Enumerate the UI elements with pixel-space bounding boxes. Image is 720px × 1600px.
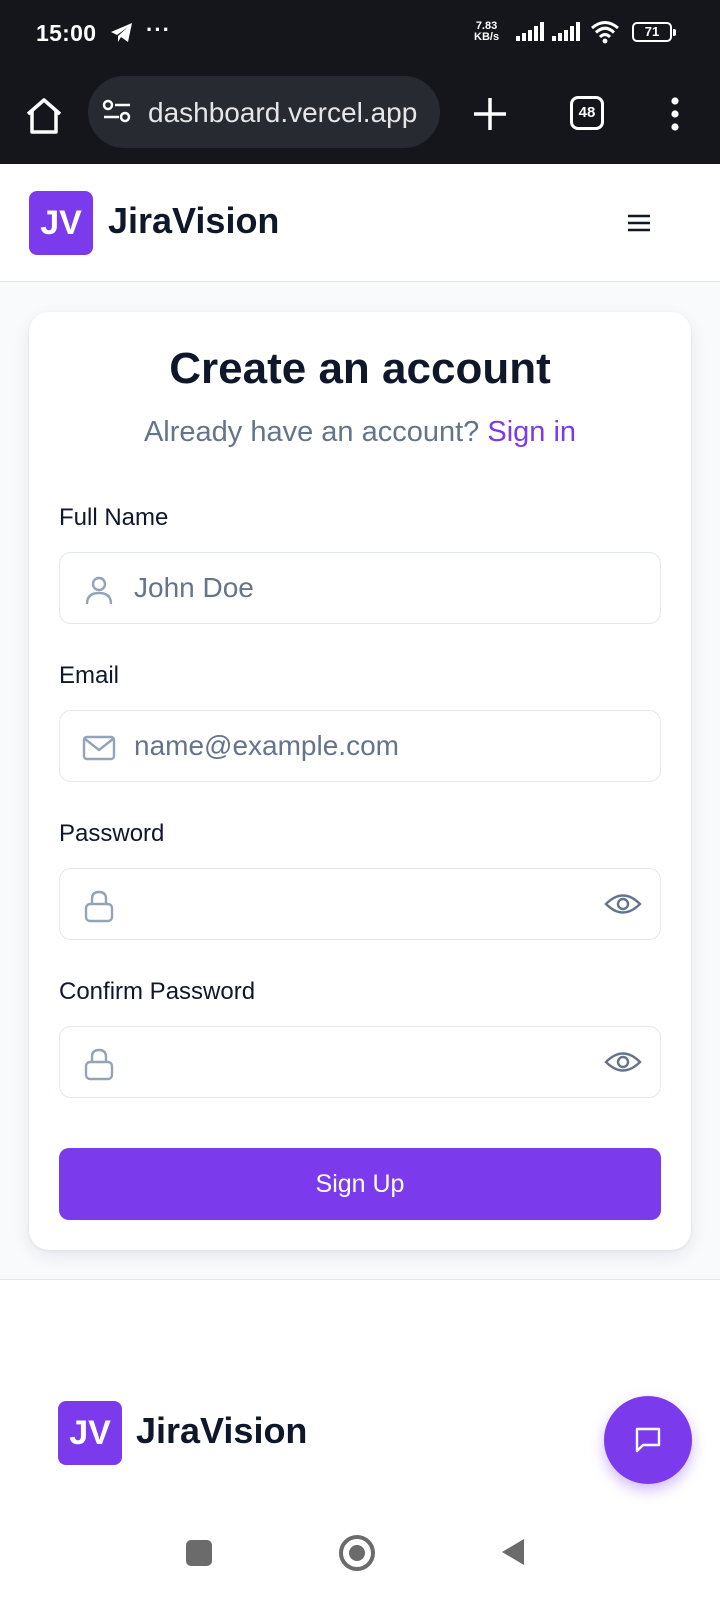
logo[interactable]: JV	[29, 191, 93, 255]
full-name-label: Full Name	[59, 504, 169, 531]
signin-link[interactable]: Sign in	[487, 416, 576, 448]
app-header: JV JiraVision	[0, 164, 720, 282]
telegram-icon	[110, 22, 134, 49]
signup-card: Create an account Already have an accoun…	[29, 312, 691, 1250]
full-name-input[interactable]	[134, 553, 594, 622]
signup-button[interactable]: Sign Up	[59, 1148, 661, 1220]
address-bar[interactable]: dashboard.vercel.app	[88, 76, 440, 148]
password-input[interactable]	[134, 869, 594, 938]
back-button[interactable]	[500, 1537, 526, 1572]
user-icon	[82, 573, 116, 607]
footer-brand-name[interactable]: JiraVision	[136, 1410, 307, 1452]
url-text[interactable]: dashboard.vercel.app	[148, 97, 417, 129]
hamburger-icon[interactable]	[624, 208, 654, 238]
eye-icon[interactable]	[604, 1045, 642, 1079]
network-speed: 7.83 KB/s	[474, 20, 500, 43]
email-input[interactable]	[134, 711, 594, 780]
wifi-icon	[590, 20, 620, 49]
chat-button[interactable]	[604, 1396, 692, 1484]
lock-icon	[82, 889, 116, 923]
password-label: Password	[59, 820, 165, 847]
home-button[interactable]	[339, 1535, 375, 1571]
browser-toolbar: dashboard.vercel.app 48	[0, 68, 720, 164]
footer-logo[interactable]: JV	[58, 1401, 122, 1465]
brand-name[interactable]: JiraVision	[108, 200, 279, 242]
more-notifications-icon: ···	[146, 17, 171, 42]
tune-icon[interactable]	[102, 98, 132, 129]
signin-prompt: Already have an account? Sign in	[29, 416, 691, 449]
confirm-password-label: Confirm Password	[59, 978, 256, 1005]
confirm-password-input[interactable]	[134, 1027, 594, 1096]
chat-icon	[635, 1427, 661, 1453]
password-field[interactable]	[59, 868, 661, 940]
page-title: Create an account	[169, 344, 551, 393]
lock-icon	[82, 1047, 116, 1081]
tab-switcher-button[interactable]: 48	[570, 96, 604, 130]
recent-apps-button[interactable]	[186, 1540, 212, 1566]
plus-icon[interactable]	[470, 94, 510, 134]
status-time: 15:00	[36, 20, 97, 46]
email-field[interactable]	[59, 710, 661, 782]
signin-prompt-text: Already have an account?	[143, 416, 480, 448]
status-bar: 15:00 ··· 7.83 KB/s 71	[0, 0, 720, 68]
signal-icon	[552, 22, 582, 47]
eye-icon[interactable]	[604, 887, 642, 921]
more-vertical-icon[interactable]	[660, 94, 690, 134]
mail-icon	[82, 731, 116, 765]
email-label: Email	[59, 662, 120, 689]
confirm-password-field[interactable]	[59, 1026, 661, 1098]
home-icon[interactable]	[22, 94, 66, 138]
battery-level: 71	[644, 24, 660, 39]
battery-icon: 71	[632, 22, 676, 42]
signal-icon	[516, 22, 546, 47]
full-name-field[interactable]	[59, 552, 661, 624]
